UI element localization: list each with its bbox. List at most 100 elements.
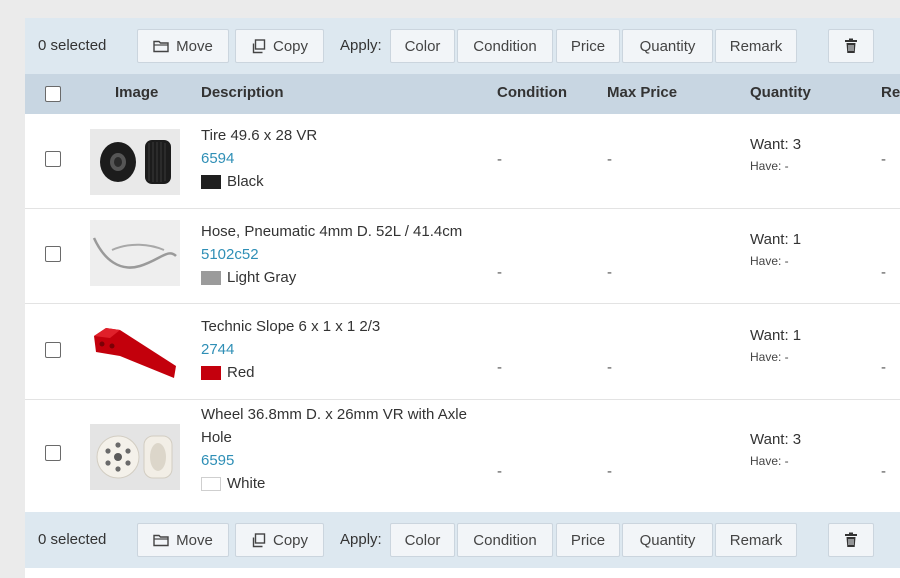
color-swatch [201, 174, 221, 189]
color-swatch [201, 365, 221, 380]
want-quantity: Want: 3 [750, 431, 802, 448]
max-price-cell: - [607, 463, 612, 480]
quantity-cell[interactable]: Want: 3 Have: - [750, 431, 801, 468]
selected-count: 0 selected [38, 37, 107, 54]
have-quantity: Have: - [750, 454, 789, 468]
move-button[interactable]: Move [137, 523, 229, 557]
part-number-link[interactable]: 2744 [201, 338, 380, 361]
apply-quantity-button[interactable]: Quantity [622, 523, 713, 557]
column-header-remark: Re [881, 84, 900, 101]
row-checkbox[interactable] [45, 445, 61, 461]
move-label: Move [176, 531, 213, 549]
condition-cell: - [497, 359, 502, 376]
trash-icon [844, 38, 858, 54]
remark-cell: - [881, 359, 886, 376]
part-title: Technic Slope 6 x 1 x 1 2/3 [201, 318, 381, 335]
max-price-cell: - [607, 359, 612, 376]
color-name: Black [227, 173, 264, 190]
table-row: Tire 49.6 x 28 VR 6594 Black - - Want: 3… [25, 114, 900, 209]
quantity-cell[interactable]: Want: 1 Have: - [750, 231, 801, 268]
table-row: Technic Slope 6 x 1 x 1 2/3 2744 Red - -… [25, 304, 900, 400]
remark-cell: - [881, 264, 886, 281]
color-name: Light Gray [227, 269, 297, 286]
quantity-cell[interactable]: Want: 3 Have: - [750, 136, 801, 173]
description-cell: Hose, Pneumatic 4mm D. 52L / 41.4cm 5102… [201, 220, 462, 289]
condition-cell: - [497, 264, 502, 281]
wanted-list-panel: 0 selected Move Copy Apply: Color Condit… [25, 18, 900, 578]
select-all-checkbox[interactable] [45, 86, 61, 102]
table-row: Hose, Pneumatic 4mm D. 52L / 41.4cm 5102… [25, 209, 900, 304]
part-number-link[interactable]: 5102c52 [201, 243, 462, 266]
apply-condition-button[interactable]: Condition [457, 29, 553, 63]
part-title: Tire 49.6 x 28 VR [201, 127, 318, 144]
want-quantity: Want: 1 [750, 327, 802, 344]
row-checkbox[interactable] [45, 246, 61, 262]
row-checkbox[interactable] [45, 151, 61, 167]
delete-button[interactable] [828, 523, 874, 557]
apply-label: Apply: [340, 37, 382, 54]
copy-label: Copy [272, 531, 309, 549]
copy-button[interactable]: Copy [235, 523, 324, 557]
column-header-quantity: Quantity [750, 84, 811, 101]
color-swatch [201, 270, 221, 285]
copy-label: Copy [272, 37, 309, 55]
folder-icon [153, 39, 169, 53]
part-color: White [201, 472, 467, 495]
have-quantity: Have: - [750, 159, 789, 173]
move-button[interactable]: Move [137, 29, 229, 63]
copy-icon [251, 532, 266, 548]
trash-icon [844, 532, 858, 548]
part-image-hose[interactable] [90, 220, 180, 286]
have-quantity: Have: - [750, 350, 789, 364]
apply-label: Apply: [340, 531, 382, 548]
want-quantity: Want: 1 [750, 231, 802, 248]
part-number-link[interactable]: 6595 [201, 449, 467, 472]
copy-icon [251, 38, 266, 54]
color-swatch [201, 476, 221, 491]
table-header: Image Description Condition Max Price Qu… [25, 74, 900, 114]
part-number-link[interactable]: 6594 [201, 147, 317, 170]
max-price-cell: - [607, 151, 612, 168]
column-header-condition: Condition [497, 84, 567, 101]
copy-button[interactable]: Copy [235, 29, 324, 63]
part-color: Black [201, 170, 317, 193]
delete-button[interactable] [828, 29, 874, 63]
column-header-image: Image [115, 84, 159, 101]
selected-count: 0 selected [38, 531, 107, 548]
apply-color-button[interactable]: Color [390, 29, 455, 63]
apply-condition-button[interactable]: Condition [457, 523, 553, 557]
part-title: Hose, Pneumatic 4mm D. 52L / 41.4cm [201, 223, 463, 240]
description-cell: Tire 49.6 x 28 VR 6594 Black [201, 124, 317, 193]
description-cell: Technic Slope 6 x 1 x 1 2/3 2744 Red [201, 315, 380, 384]
part-color: Red [201, 361, 380, 384]
remark-cell: - [881, 151, 886, 168]
description-cell: Wheel 36.8mm D. x 26mm VR with Axle Hole… [201, 403, 467, 495]
have-quantity: Have: - [750, 254, 789, 268]
column-header-max-price: Max Price [607, 84, 678, 101]
color-name: White [227, 475, 266, 492]
table-row: Wheel 36.8mm D. x 26mm VR with Axle Hole… [25, 400, 900, 512]
apply-price-button[interactable]: Price [556, 523, 620, 557]
want-quantity: Want: 3 [750, 136, 802, 153]
move-label: Move [176, 37, 213, 55]
condition-cell: - [497, 463, 502, 480]
top-toolbar: 0 selected Move Copy Apply: Color Condit… [25, 18, 900, 74]
condition-cell: - [497, 151, 502, 168]
part-image-wheel[interactable] [90, 424, 180, 490]
part-color: Light Gray [201, 266, 462, 289]
part-title-line-2: Hole [201, 429, 232, 446]
apply-remark-button[interactable]: Remark [715, 523, 797, 557]
remark-cell: - [881, 463, 886, 480]
row-checkbox[interactable] [45, 342, 61, 358]
apply-price-button[interactable]: Price [556, 29, 620, 63]
part-image-tire[interactable] [90, 129, 180, 195]
apply-quantity-button[interactable]: Quantity [622, 29, 713, 63]
part-title-line-1: Wheel 36.8mm D. x 26mm VR with Axle [201, 406, 467, 423]
quantity-cell[interactable]: Want: 1 Have: - [750, 327, 801, 364]
column-header-description: Description [201, 84, 284, 101]
color-name: Red [227, 364, 255, 381]
part-image-slope[interactable] [90, 316, 180, 382]
apply-color-button[interactable]: Color [390, 523, 455, 557]
apply-remark-button[interactable]: Remark [715, 29, 797, 63]
max-price-cell: - [607, 264, 612, 281]
